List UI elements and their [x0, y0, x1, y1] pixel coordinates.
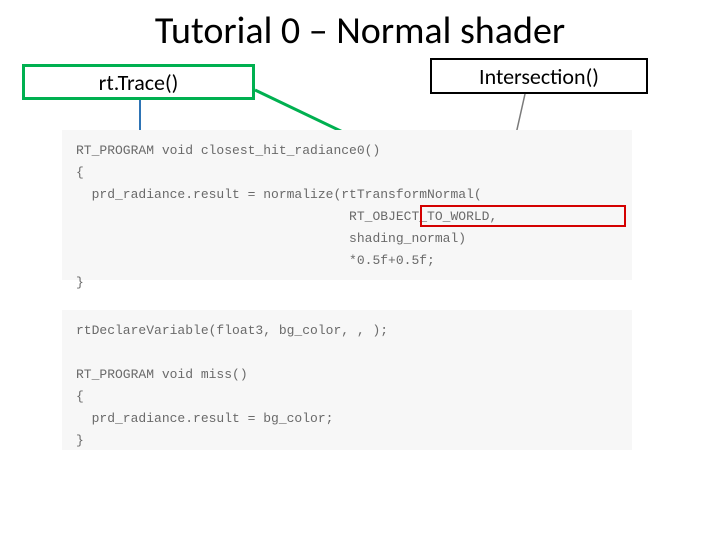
- code-line: *0.5f+0.5f;: [76, 253, 435, 268]
- code-line: {: [76, 165, 84, 180]
- code-block-miss: rtDeclareVariable(float3, bg_color, , );…: [62, 310, 632, 450]
- code-line: shading_normal): [76, 231, 466, 246]
- intersection-box: Intersection(): [430, 58, 648, 94]
- code-line: rtDeclareVariable(float3, bg_color, , );: [76, 323, 388, 338]
- trace-label: rt.Trace(): [99, 69, 179, 96]
- code-line: RT_PROGRAM void miss(): [76, 367, 248, 382]
- code-line: prd_radiance.result = normalize(rtTransf…: [76, 187, 482, 202]
- code-line: }: [76, 433, 84, 448]
- code-line: {: [76, 389, 84, 404]
- code-line: prd_radiance.result = bg_color;: [76, 411, 333, 426]
- highlight-shading-normal: [420, 205, 626, 227]
- intersection-label: Intersection(): [479, 63, 599, 90]
- trace-box: rt.Trace(): [22, 64, 255, 100]
- slide: Tutorial 0 – Normal shader rt.Trace() In…: [0, 0, 720, 540]
- page-title: Tutorial 0 – Normal shader: [0, 8, 720, 54]
- code-line: }: [76, 275, 84, 290]
- code-line: RT_PROGRAM void closest_hit_radiance0(): [76, 143, 380, 158]
